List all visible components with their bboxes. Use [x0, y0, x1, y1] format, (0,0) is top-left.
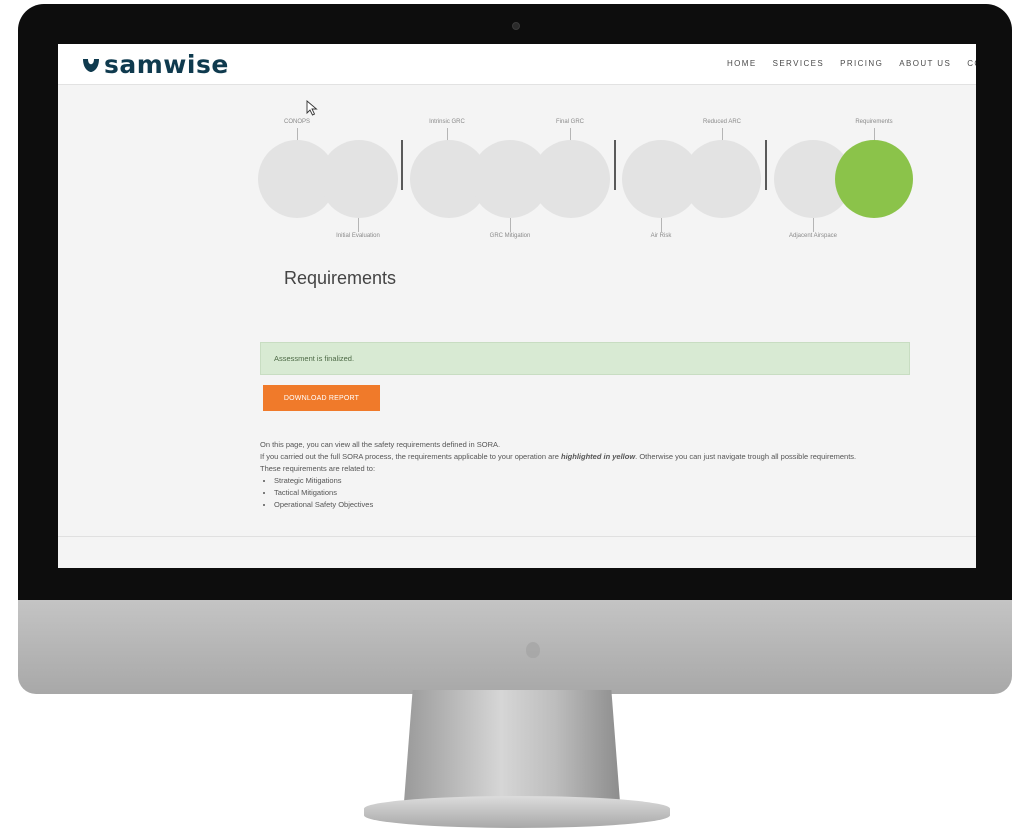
camera-icon [512, 22, 520, 30]
assessment-status-alert: Assessment is finalized. [260, 342, 910, 375]
content-divider [58, 536, 976, 537]
step-separator [765, 140, 767, 190]
download-report-button[interactable]: DOWNLOAD REPORT [263, 385, 380, 411]
step-circle-final-grc[interactable] [532, 140, 610, 218]
step-label-air-risk: Air Risk [650, 233, 672, 239]
nav-home[interactable]: HOME [727, 59, 757, 68]
page-title: Requirements [284, 268, 397, 288]
step-tick [358, 218, 359, 232]
brand-logo[interactable]: samwise [82, 50, 229, 79]
desc-line-2-pre: If you carried out the full SORA process… [260, 452, 561, 461]
list-item: Strategic Mitigations [274, 475, 900, 487]
desc-line-1: On this page, you can view all the safet… [260, 440, 501, 449]
main-nav: HOME SERVICES PRICING ABOUT US CO [727, 59, 976, 68]
monitor-foot [364, 796, 670, 828]
alert-text: Assessment is finalized. [274, 354, 355, 363]
step-circle-requirements[interactable] [835, 140, 913, 218]
requirements-description: On this page, you can view all the safet… [260, 439, 900, 511]
step-label-conops: CONOPS [283, 119, 311, 125]
desc-line-3: These requirements are related to: [260, 464, 376, 473]
step-tick [510, 218, 511, 232]
nav-about-us[interactable]: ABOUT US [899, 59, 951, 68]
brand-name: samwise [104, 50, 229, 79]
step-circle-initial-evaluation[interactable] [320, 140, 398, 218]
nav-pricing[interactable]: PRICING [840, 59, 883, 68]
requirement-categories-list: Strategic Mitigations Tactical Mitigatio… [260, 475, 900, 511]
step-circle-reduced-arc[interactable] [683, 140, 761, 218]
step-label-intrinsic-grc: Intrinsic GRC [429, 119, 465, 125]
nav-services[interactable]: SERVICES [773, 59, 825, 68]
step-label-requirements: Requirements [855, 119, 893, 125]
step-label-reduced-arc: Reduced ARC [702, 119, 742, 125]
nav-contact[interactable]: CO [967, 59, 976, 68]
highlight-text: highlighted in yellow [561, 452, 636, 461]
top-navbar: samwise HOME SERVICES PRICING ABOUT US C… [58, 44, 976, 85]
list-item: Tactical Mitigations [274, 487, 900, 499]
monitor-chin [18, 600, 1012, 694]
desc-line-2: If you carried out the full SORA process… [260, 451, 900, 463]
step-label-grc-mitigation: GRC Mitigation [489, 233, 531, 239]
desc-line-2-post: . Otherwise you can just navigate trough… [635, 452, 857, 461]
step-label-initial-evaluation: Initial Evaluation [336, 233, 380, 239]
samwise-logo-icon [83, 58, 99, 72]
step-label-adjacent-airspace: Adjacent Airspace [788, 233, 838, 239]
monitor-stand [404, 690, 620, 802]
list-item: Operational Safety Objectives [274, 499, 900, 511]
step-tick [813, 218, 814, 232]
mouse-pointer-icon [306, 100, 318, 116]
step-label-final-grc: Final GRC [555, 119, 585, 125]
screen: samwise HOME SERVICES PRICING ABOUT US C… [58, 44, 976, 568]
step-separator [401, 140, 403, 190]
step-tick [661, 218, 662, 232]
logo-mark-icon [526, 642, 540, 658]
step-separator [614, 140, 616, 190]
